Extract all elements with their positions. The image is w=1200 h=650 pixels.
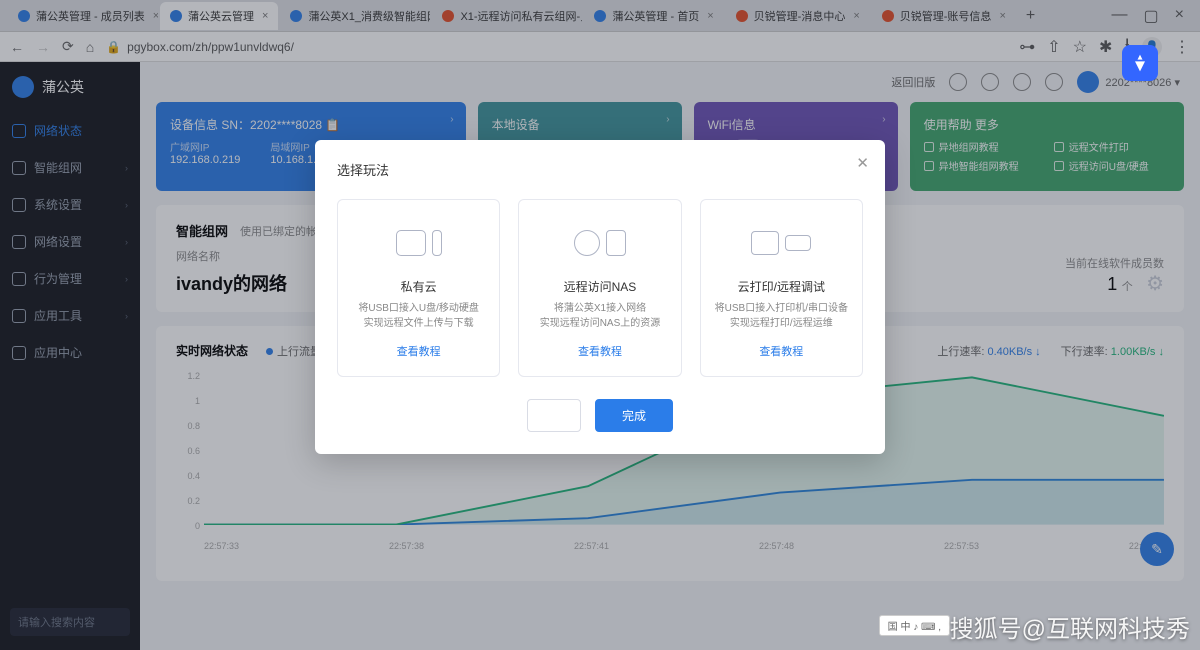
serial-icon — [785, 235, 811, 251]
cloud-icon — [396, 230, 426, 256]
tutorial-link[interactable]: 查看教程 — [397, 343, 441, 359]
printer-icon — [751, 231, 779, 255]
floating-badge-icon — [1122, 45, 1158, 81]
tutorial-link[interactable]: 查看教程 — [578, 343, 622, 359]
ime-bar[interactable]: 国 中 ♪ ⌨ , — [879, 615, 950, 636]
close-icon[interactable]: ✕ — [856, 154, 869, 172]
cancel-button[interactable] — [527, 399, 581, 432]
ok-button[interactable]: 完成 — [595, 399, 673, 432]
option-private-cloud[interactable]: 私有云 将USB口接入U盘/移动硬盘实现远程文件上传与下载 查看教程 — [337, 199, 500, 377]
option-remote-nas[interactable]: 远程访问NAS 将蒲公英X1接入网络实现远程访问NAS上的资源 查看教程 — [518, 199, 681, 377]
dial-icon — [574, 230, 600, 256]
modal-title: 选择玩法 — [337, 160, 863, 179]
tutorial-link[interactable]: 查看教程 — [759, 343, 803, 359]
modal-overlay[interactable]: ✕ 选择玩法 私有云 将USB口接入U盘/移动硬盘实现远程文件上传与下载 查看教… — [0, 0, 1200, 650]
nas-icon — [606, 230, 626, 256]
usb-icon — [432, 230, 442, 256]
option-cloud-print[interactable]: 云打印/远程调试 将USB口接入打印机/串口设备实现远程打印/远程运维 查看教程 — [700, 199, 863, 377]
watermark: 搜狐号@互联网科技秀 — [950, 609, 1190, 644]
choose-play-modal: ✕ 选择玩法 私有云 将USB口接入U盘/移动硬盘实现远程文件上传与下载 查看教… — [315, 140, 885, 454]
